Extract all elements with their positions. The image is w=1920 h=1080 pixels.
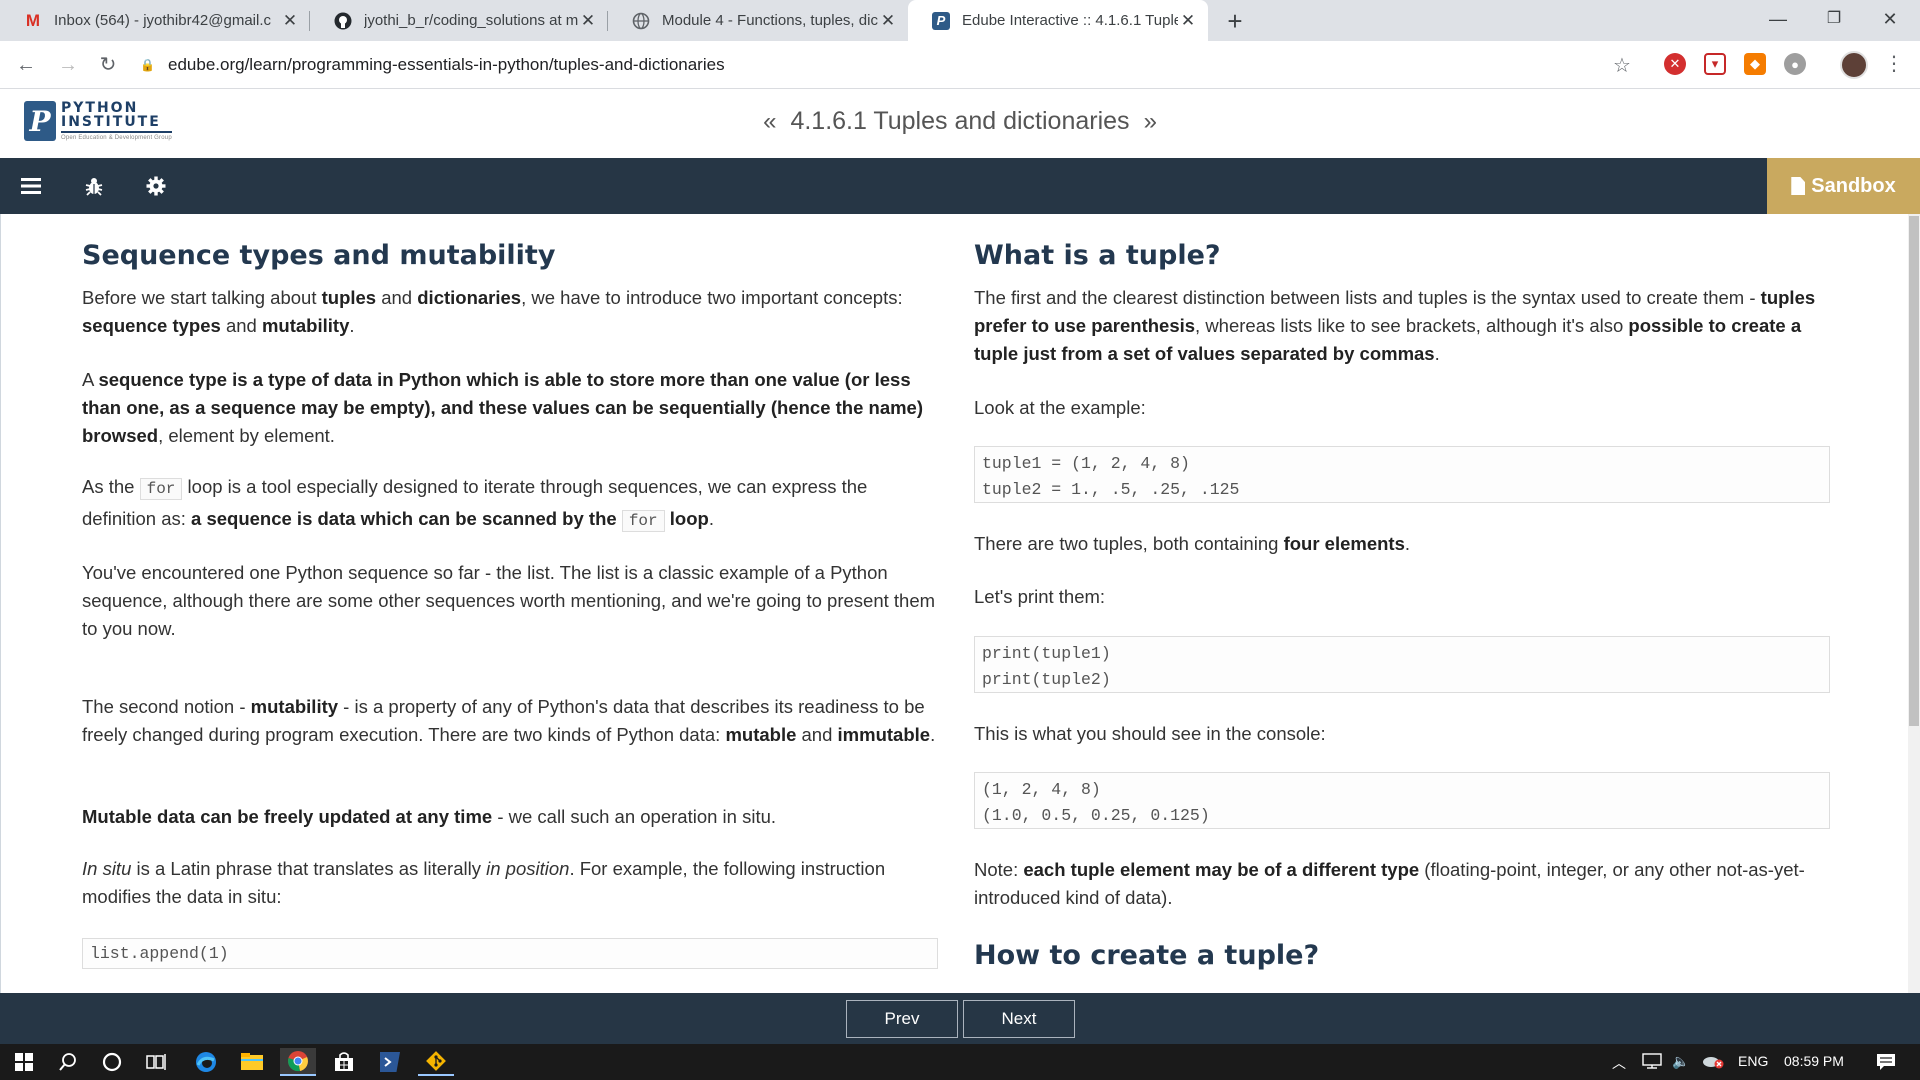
profile-avatar[interactable] (1840, 51, 1868, 79)
new-tab-button[interactable]: + (1221, 6, 1249, 37)
paragraph: Mutable data can be freely updated at an… (82, 806, 777, 827)
hamburger-menu-icon[interactable] (17, 172, 45, 200)
tab-title: Edube Interactive :: 4.1.6.1 Tuples (962, 12, 1178, 29)
scrollbar-thumb[interactable] (1909, 216, 1919, 726)
minimize-button[interactable]: — (1750, 0, 1806, 38)
prev-button[interactable]: Prev (846, 1000, 958, 1038)
close-icon[interactable]: ✕ (1178, 11, 1198, 31)
browser-tab-github[interactable]: jyothi_b_r/coding_solutions at m ✕ (310, 0, 608, 41)
inline-code: for (621, 510, 665, 532)
section-heading: What is a tuple? (974, 240, 1221, 271)
address-bar-row: ← → ↻ 🔒 edube.org/learn/programming-esse… (0, 41, 1920, 89)
section-heading: How to create a tuple? (974, 940, 1320, 971)
sandbox-button[interactable]: Sandbox (1767, 158, 1920, 214)
browser-menu-icon[interactable]: ⋮ (1884, 51, 1904, 76)
url-field[interactable]: 🔒 edube.org/learn/programming-essentials… (140, 47, 1640, 83)
file-explorer-icon[interactable] (234, 1048, 270, 1076)
browser-tab-module4[interactable]: Module 4 - Functions, tuples, dic ✕ (608, 0, 908, 41)
close-icon[interactable]: ✕ (578, 11, 598, 31)
url-text: edube.org/learn/programming-essentials-i… (168, 55, 725, 74)
metamask-extension-icon[interactable]: ◆ (1744, 53, 1766, 75)
action-center-icon[interactable] (1876, 1053, 1896, 1074)
code-block: tuple1 = (1, 2, 4, 8) tuple2 = 1., .5, .… (974, 446, 1830, 503)
python-institute-icon: P (932, 11, 950, 30)
bottom-navigation: Prev Next (0, 993, 1920, 1044)
cortana-icon[interactable] (94, 1048, 130, 1076)
search-icon[interactable] (50, 1048, 86, 1076)
next-page-arrow[interactable]: » (1144, 108, 1157, 135)
paragraph: There are two tuples, both containing fo… (974, 533, 1411, 554)
page-title: 4.1.6.1 Tuples and dictionaries (790, 107, 1130, 135)
content-scrollbar[interactable] (1908, 214, 1920, 993)
close-icon[interactable]: ✕ (878, 11, 898, 31)
paragraph: Look at the example: (974, 397, 1146, 418)
pocket-extension-icon[interactable]: ▾ (1704, 53, 1726, 75)
language-indicator[interactable]: ENG (1738, 1053, 1768, 1069)
prev-page-arrow[interactable]: « (763, 108, 776, 135)
bookmark-star-icon[interactable]: ☆ (1613, 53, 1631, 78)
code-block: print(tuple1) print(tuple2) (974, 636, 1830, 693)
paragraph: Before we start talking about tuples and… (82, 287, 903, 336)
inline-code: for (139, 478, 183, 500)
paragraph: The first and the clearest distinction b… (974, 287, 1816, 364)
lock-icon: 🔒 (140, 58, 155, 72)
task-view-icon[interactable] (138, 1048, 174, 1076)
chrome-taskbar-icon[interactable] (280, 1048, 316, 1076)
tray-expand-icon[interactable]: ︿ (1612, 1053, 1626, 1073)
code-block: list.append(1) (82, 938, 938, 969)
windows-taskbar: ︿ 🔈 ENG 08:59 PM (0, 1044, 1920, 1080)
paragraph: A sequence type is a type of data in Pyt… (82, 369, 924, 446)
windows-start-icon[interactable] (6, 1048, 42, 1076)
paragraph: This is what you should see in the conso… (974, 723, 1326, 744)
window-close-button[interactable]: ✕ (1862, 0, 1918, 38)
close-icon[interactable]: ✕ (280, 11, 300, 31)
course-toolbar: Sandbox (0, 158, 1920, 214)
adblock-extension-icon[interactable]: ✕ (1664, 53, 1686, 75)
git-icon[interactable] (418, 1048, 454, 1076)
paragraph: As the for loop is a tool especially des… (82, 476, 868, 532)
volume-icon[interactable]: 🔈 (1672, 1053, 1689, 1070)
tab-title: Inbox (564) - jyothibr42@gmail.c (54, 12, 271, 29)
powershell-icon[interactable] (372, 1048, 408, 1076)
sandbox-label: Sandbox (1811, 174, 1896, 197)
console-output-block: (1, 2, 4, 8) (1.0, 0.5, 0.25, 0.125) (974, 772, 1830, 829)
tab-title: jyothi_b_r/coding_solutions at m (364, 12, 578, 29)
next-button[interactable]: Next (963, 1000, 1075, 1038)
page-title-bar: « 4.1.6.1 Tuples and dictionaries » (0, 107, 1920, 136)
clock[interactable]: 08:59 PM (1784, 1053, 1844, 1069)
reload-button[interactable]: ↻ (94, 51, 122, 79)
lesson-content: Sequence types and mutability Before we … (0, 214, 1920, 993)
bug-report-icon[interactable] (80, 172, 108, 200)
browser-tab-gmail[interactable]: M Inbox (564) - jyothibr42@gmail.c ✕ (0, 0, 310, 41)
store-icon[interactable] (326, 1048, 362, 1076)
browser-tab-edube[interactable]: P Edube Interactive :: 4.1.6.1 Tuples ✕ (908, 0, 1208, 41)
settings-gear-icon[interactable] (142, 172, 170, 200)
paragraph: The second notion - mutability - is a pr… (82, 696, 936, 745)
tab-title: Module 4 - Functions, tuples, dic (662, 12, 878, 29)
paragraph: Note: each tuple element may be of a dif… (974, 859, 1805, 908)
edge-browser-icon[interactable] (188, 1048, 224, 1076)
browser-tabstrip: M Inbox (564) - jyothibr42@gmail.c ✕ jyo… (0, 0, 1920, 41)
restore-button[interactable]: ❐ (1806, 0, 1862, 38)
site-header: P PYTHON INSTITUTE Open Education & Deve… (0, 89, 1920, 158)
back-button[interactable]: ← (12, 51, 40, 79)
onedrive-error-icon[interactable] (1702, 1053, 1724, 1072)
forward-button[interactable]: → (54, 51, 82, 79)
network-icon[interactable] (1642, 1053, 1662, 1072)
section-heading: Sequence types and mutability (82, 240, 556, 271)
paragraph: You've encountered one Python sequence s… (82, 562, 936, 639)
gmail-icon: M (25, 10, 41, 30)
globe-icon (632, 12, 650, 30)
document-icon (1791, 177, 1806, 195)
paragraph: Let's print them: (974, 586, 1106, 607)
extension-icon[interactable]: ● (1784, 53, 1806, 75)
github-icon (334, 12, 352, 30)
paragraph: In situ is a Latin phrase that translate… (82, 858, 886, 907)
